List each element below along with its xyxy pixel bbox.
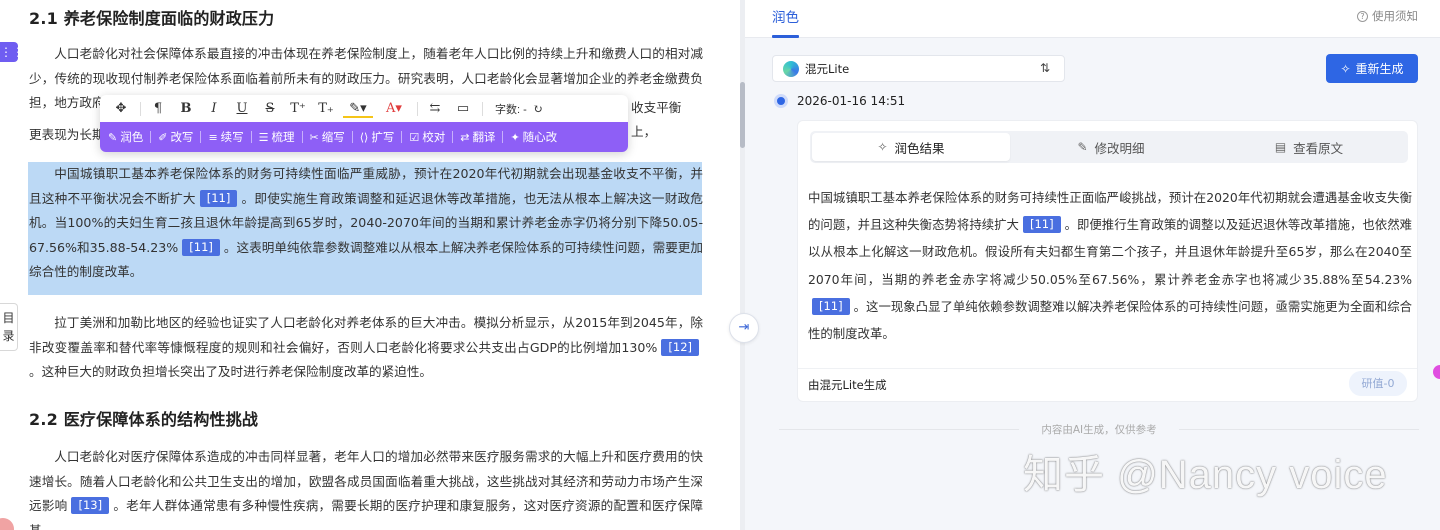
ai-proofread-button[interactable]: ☑ 校对	[409, 129, 445, 145]
document-icon: ▤	[1274, 140, 1287, 154]
drag-handle-icon[interactable]: ⋮⋮	[0, 42, 24, 62]
paragraph-icon[interactable]: ¶	[147, 98, 169, 120]
avatar[interactable]	[0, 518, 14, 530]
regenerate-button[interactable]: ✧ 重新生成	[1326, 54, 1418, 83]
move-icon[interactable]: ✥	[110, 98, 132, 120]
rewrite-icon: ✐	[158, 130, 168, 144]
result-tabs: ✧ 润色结果 ✎ 修改明细 ▤ 查看原文	[810, 131, 1408, 163]
shorten-icon: ✂	[309, 130, 319, 144]
polished-text: 中国城镇职工基本养老保险体系的财务可持续性正面临严峻挑战，预计在2020年代初期…	[808, 190, 1413, 342]
paragraph-4: 人口老龄化对医疗保障体系造成的冲击同样显著，老年人口的增加必然带来医疗服务需求的…	[29, 449, 704, 530]
continue-icon: ≡	[208, 130, 218, 144]
citation-11[interactable]: [11]	[812, 297, 850, 315]
floating-format-toolbar: ✥ ¶ B I U S T⁺ T₊ ✎▾ A▾ ⇆ ▭ 字数: - ↻ ✎ 润色 …	[100, 95, 628, 152]
panel-header: 润色 ? 使用须知	[745, 0, 1440, 38]
tab-change-details[interactable]: ✎ 修改明细	[1012, 131, 1210, 163]
refresh-icon[interactable]: ↻	[527, 98, 549, 120]
ai-organize-button[interactable]: ☰ 梳理	[259, 129, 295, 145]
proofread-icon: ☑	[409, 130, 420, 144]
ai-disclaimer: 内容由AI生成，仅供参考	[779, 422, 1419, 437]
word-count: 字数: -	[495, 103, 527, 116]
ai-continue-button[interactable]: ≡ 续写	[208, 129, 243, 145]
ai-rewrite-button[interactable]: ✐ 改写	[158, 129, 193, 145]
superscript-icon[interactable]: T⁺	[287, 98, 309, 120]
ai-translate-button[interactable]: ⇄ 翻译	[460, 129, 495, 145]
expand-icon: ⟨⟩	[359, 130, 369, 144]
evaluate-button[interactable]: 研值-0	[1349, 371, 1407, 396]
ai-polish-button[interactable]: ✎ 润色	[108, 129, 143, 145]
timeline-dot-icon	[774, 94, 788, 108]
bold-icon[interactable]: B	[175, 98, 197, 120]
paragraph-2-selected[interactable]: 中国城镇职工基本养老保险体系的财务可持续性面临严重威胁，预计在2020年代初期就…	[29, 162, 703, 285]
subscript-icon[interactable]: T₊	[315, 98, 337, 120]
collapse-panel-icon[interactable]: ⇥	[729, 313, 759, 343]
citation-12[interactable]: [12]	[661, 338, 699, 356]
edit-icon: ✎	[1077, 140, 1088, 154]
citation-13[interactable]: [13]	[71, 497, 110, 514]
translate-icon[interactable]: ⇆	[424, 98, 446, 120]
generated-by-label: 由混元Lite生成	[808, 378, 887, 392]
ai-freeform-button[interactable]: ✦ 随心改	[510, 129, 557, 145]
document-editor[interactable]: 2.1 养老保险制度面临的财政压力 人口老龄化对社会保障体系最直接的冲击体现在养…	[0, 0, 740, 530]
ai-expand-button[interactable]: ⟨⟩ 扩写	[360, 129, 395, 145]
tab-view-original[interactable]: ▤ 查看原文	[1210, 131, 1408, 163]
sparkle-icon: ✧	[1340, 61, 1351, 76]
citation-11[interactable]: [11]	[1022, 216, 1061, 234]
usage-guide-link[interactable]: ? 使用须知	[1357, 8, 1418, 24]
polish-panel: 润色 ? 使用须知 混元Lite ⇅ ✧ 重新生成 2026-01-16 14:51…	[745, 0, 1440, 530]
sparkle-icon: ✦	[510, 130, 520, 144]
question-icon: ?	[1357, 10, 1368, 22]
format-row: ✥ ¶ B I U S T⁺ T₊ ✎▾ A▾ ⇆ ▭ 字数: - ↻	[100, 95, 628, 122]
ai-shorten-button[interactable]: ✂ 缩写	[310, 129, 345, 145]
paragraph-1-tail: 收支平衡上，	[631, 96, 703, 144]
notification-dot[interactable]	[1433, 365, 1440, 379]
hunyuan-logo-icon	[783, 60, 799, 77]
polish-icon: ✎	[108, 130, 118, 144]
watermark: 知乎 @Nancy voice	[1023, 453, 1388, 497]
sort-icon: ⇅	[1039, 61, 1050, 75]
result-card: ✧ 润色结果 ✎ 修改明细 ▤ 查看原文 中国城镇职工基本养老保险体系的财务可持续性正…	[797, 120, 1418, 402]
citation-11[interactable]: [11]	[182, 238, 220, 256]
highlight-color-icon[interactable]: ✎▾	[343, 100, 373, 118]
comment-icon[interactable]: ▭	[452, 98, 474, 120]
organize-icon: ☰	[258, 130, 269, 144]
tab-polish-result[interactable]: ✧ 润色结果	[812, 133, 1010, 161]
translate-icon: ⇄	[460, 130, 470, 144]
paragraph-1-line4: 更表现为长期	[29, 127, 105, 142]
font-color-icon[interactable]: A▾	[379, 98, 409, 120]
italic-icon[interactable]: I	[203, 98, 225, 120]
model-select[interactable]: 混元Lite ⇅	[772, 55, 1065, 82]
section-heading-2-1: 2.1 养老保险制度面临的财政压力	[29, 9, 275, 28]
sparkle-icon: ✧	[877, 140, 888, 154]
paragraph-3: 拉丁美洲和加勒比地区的经验也证实了人口老龄化对养老体系的巨大冲击。模拟分析显示，…	[29, 315, 703, 379]
underline-icon[interactable]: U	[231, 98, 253, 120]
citation-11[interactable]: [11]	[199, 189, 238, 207]
tab-polish[interactable]: 润色	[772, 6, 799, 26]
strikethrough-icon[interactable]: S	[259, 98, 281, 120]
result-timestamp: 2026-01-16 14:51	[774, 94, 905, 108]
toc-toggle[interactable]: 目录	[0, 303, 18, 351]
section-heading-2-2: 2.2 医疗保障体系的结构性挑战	[29, 410, 259, 429]
ai-actions-row: ✎ 润色 ✐ 改写 ≡ 续写 ☰ 梳理 ✂ 缩写 ⟨⟩ 扩写 ☑ 校对 ⇄ 翻译 ✦ 随心改	[100, 122, 628, 152]
